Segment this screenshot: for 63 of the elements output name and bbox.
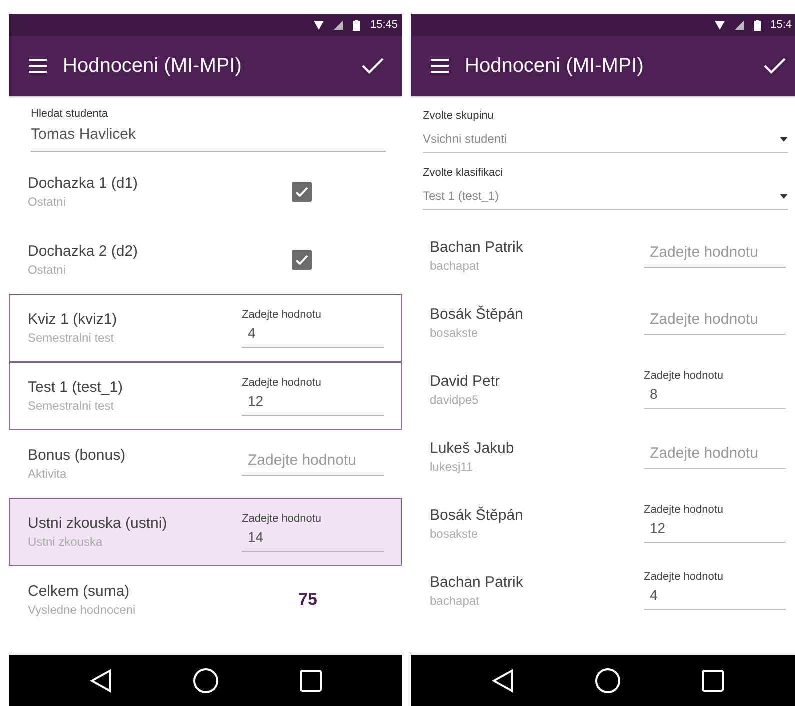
row-subtitle: bosakste <box>430 526 480 540</box>
row-subtitle: bosakste <box>430 326 480 340</box>
caret-icon <box>780 136 788 142</box>
row-subtitle: Vysledne hodnoceni <box>28 603 137 617</box>
row-title: Dochazka 1 (d1) <box>28 175 140 192</box>
home-icon[interactable] <box>192 668 218 694</box>
row-title: Bosák Štěpán <box>430 506 524 524</box>
back-icon[interactable] <box>90 668 112 692</box>
row-subtitle: Aktivita <box>28 467 68 481</box>
recents-icon[interactable] <box>300 670 322 692</box>
caret-icon <box>780 194 788 198</box>
recents-icon[interactable] <box>702 670 724 692</box>
check-icon[interactable] <box>764 57 786 75</box>
row-title: Dochazka 2 (d2) <box>28 243 140 260</box>
row-title: Test 1 (test_1) <box>28 379 124 396</box>
row-subtitle: lukesj11 <box>430 460 474 474</box>
row-subtitle: Semestralni test <box>28 331 116 345</box>
checkbox[interactable] <box>292 250 312 270</box>
wifi-icon <box>714 20 725 30</box>
value-input[interactable]: Zadejte hodnotu 4 <box>644 571 786 610</box>
row-title: Bonus (bonus) <box>28 447 127 464</box>
value-input[interactable]: Zadejte hodnotu 12 <box>644 504 786 543</box>
wifi-icon <box>314 20 324 30</box>
menu-icon[interactable] <box>29 59 47 73</box>
row-subtitle: Ostatni <box>28 195 68 209</box>
signal-icon <box>734 20 744 30</box>
search-field[interactable]: Hledat studenta Tomas Havlicek <box>31 102 386 152</box>
row-title: Ustni zkouska (ustni) <box>28 515 168 532</box>
row-subtitle: bachapat <box>430 594 480 608</box>
battery-icon <box>754 20 761 30</box>
list-row[interactable]: Kviz 1 (kviz1) Semestralni test Zadejte hodnotu 4 <box>9 294 402 362</box>
back-icon[interactable] <box>492 668 514 692</box>
value-input[interactable]: Zadejte hodnotu 14 <box>242 512 384 552</box>
signal-icon <box>334 20 344 30</box>
menu-icon[interactable] <box>431 59 449 73</box>
row-title: Bachan Patrik <box>430 574 524 590</box>
value-input[interactable]: Zadejte hodnotu 8 <box>644 370 786 409</box>
app-title: Hodnoceni (MI-MPI) <box>63 54 243 78</box>
row-title: Kviz 1 (kviz1) <box>28 311 118 328</box>
value-input[interactable]: Zadejte hodnotu 4 <box>242 308 384 348</box>
total-value: 75 <box>298 590 318 610</box>
value-input[interactable]: Zadejte hodnotu 12 <box>242 376 384 416</box>
row-title: Bosák Štěpán <box>430 306 524 322</box>
checkbox[interactable] <box>292 182 312 202</box>
app-title: Hodnoceni (MI-MPI) <box>465 54 645 78</box>
row-subtitle: bachapat <box>430 258 480 272</box>
check-icon[interactable] <box>362 57 384 75</box>
home-icon[interactable] <box>594 668 620 694</box>
list-row[interactable]: Test 1 (test_1) Semestralni test Zadejte hodnotu 12 <box>9 362 402 430</box>
row-subtitle: Semestralni test <box>28 399 116 413</box>
row-title: Lukeš Jakub <box>430 440 516 456</box>
status-time: 15:45 <box>370 19 398 31</box>
row-subtitle: Ustni zkouska <box>28 535 104 549</box>
status-time: 15:4 <box>770 19 792 31</box>
row-title: David Petr <box>430 372 502 390</box>
dropdown[interactable]: Zvolte klasifikaci Test 1 (test_1) <box>423 167 788 210</box>
row-title: Bachan Patrik <box>430 238 524 256</box>
row-title: Celkem (suma) <box>28 583 131 600</box>
battery-icon <box>353 20 360 30</box>
row-subtitle: Ostatni <box>28 263 68 277</box>
list-row[interactable]: Ustni zkouska (ustni) Ustni zkouska Zadejte hodnotu 14 <box>9 498 402 566</box>
dropdown[interactable]: Zvolte skupinu Vsichni studenti <box>423 110 788 153</box>
row-subtitle: davidpe5 <box>430 392 480 406</box>
